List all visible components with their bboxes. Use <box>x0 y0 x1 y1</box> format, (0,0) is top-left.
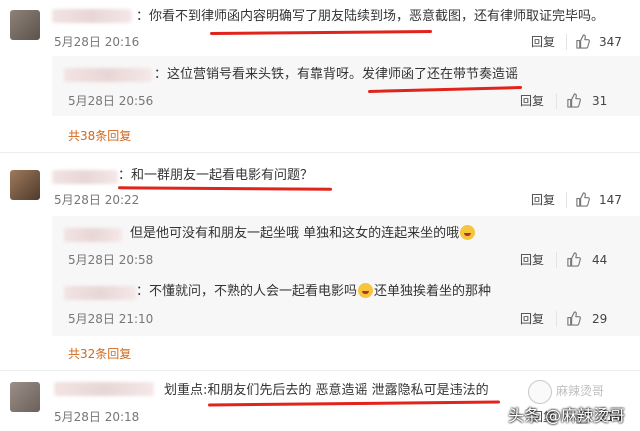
username-blurred[interactable] <box>64 68 152 82</box>
replies-box: 但是他可没有和朋友一起坐哦 单独和这女的连起来坐的哦 5月28日 20:58 回… <box>52 216 640 336</box>
username-blurred[interactable] <box>64 228 122 242</box>
thumbs-up-icon[interactable] <box>575 34 590 49</box>
highlight-underline <box>367 85 523 94</box>
thumbs-up-icon[interactable] <box>566 311 581 326</box>
more-replies-link[interactable]: 共38条回复 <box>68 128 131 144</box>
laughing-emoji-icon <box>460 225 476 240</box>
avatar[interactable] <box>10 10 40 40</box>
thumbs-up-icon[interactable] <box>575 192 590 207</box>
highlight-underline <box>117 186 333 191</box>
like-count: 29 <box>592 312 608 326</box>
username-blurred[interactable] <box>64 286 136 300</box>
watermark: 头条 @麻辣烫哥 <box>508 406 626 425</box>
comment-text: ：和一群朋友一起看电影有问题？ <box>118 168 314 183</box>
reply-button[interactable]: 回复 <box>520 252 544 268</box>
more-replies-link[interactable]: 共32条回复 <box>68 346 131 362</box>
crying-laughing-emoji-icon <box>358 283 374 298</box>
reply-button[interactable]: 回复 <box>520 93 544 109</box>
reply-time: 5月28日 21:10 <box>68 312 154 326</box>
reply-text-content: 但是他可没有和朋友一起坐哦 单独和这女的连起来坐的哦 <box>130 226 460 241</box>
comment-1: ：你看不到律师函内容明确写了朋友陆续到场，恶意截图，还有律师取证完毕吗。 5月2… <box>0 0 640 150</box>
divider <box>556 311 557 327</box>
watermark-logo-icon <box>528 380 552 404</box>
comment-time: 5月28日 20:18 <box>54 410 140 424</box>
highlight-underline <box>209 30 433 35</box>
username-blurred[interactable] <box>52 9 132 23</box>
thumbs-up-icon[interactable] <box>566 252 581 267</box>
comment-2: ：和一群朋友一起看电影有问题？ 5月28日 20:22 回复 147 但是他可没… <box>0 160 640 370</box>
reply-button[interactable]: 回复 <box>531 192 555 208</box>
divider <box>556 93 557 109</box>
comment-text: ：你看不到律师函内容明确写了朋友陆续到场，恶意截图，还有律师取证完毕吗。 <box>136 9 605 24</box>
like-count: 31 <box>592 94 608 108</box>
like-count: 44 <box>592 253 608 267</box>
comment-time: 5月28日 20:16 <box>54 35 140 49</box>
reply-text-part-a: ：不懂就问，不熟的人会一起看电影吗 <box>136 284 358 299</box>
like-count: 347 <box>599 35 622 49</box>
username-blurred[interactable] <box>52 170 118 184</box>
reply-time: 5月28日 20:58 <box>68 253 154 267</box>
watermark-secondary: 麻辣烫哥 <box>556 384 605 398</box>
highlight-underline <box>207 400 501 407</box>
reply-text: 但是他可没有和朋友一起坐哦 单独和这女的连起来坐的哦 <box>130 225 476 243</box>
comment-text: 划重点:和朋友们先后去的 恶意造谣 泄露隐私可是违法的 <box>164 383 489 398</box>
avatar[interactable] <box>10 170 40 200</box>
divider <box>566 34 567 50</box>
reply-time: 5月28日 20:56 <box>68 94 154 108</box>
replies-box: ：这位营销号看来头铁，有靠背呀。发律师函了还在带节奏造谣 5月28日 20:56… <box>52 56 640 116</box>
thumbs-up-icon[interactable] <box>566 93 581 108</box>
divider <box>0 370 640 371</box>
reply-text: ：这位营销号看来头铁，有靠背呀。发律师函了还在带节奏造谣 <box>154 67 519 82</box>
reply-button[interactable]: 回复 <box>531 34 555 50</box>
reply-text-part-b: 还单独挨着坐的那种 <box>374 284 492 299</box>
divider <box>0 152 640 153</box>
avatar[interactable] <box>10 382 40 412</box>
comment-time: 5月28日 20:22 <box>54 193 140 207</box>
username-blurred[interactable] <box>54 382 154 396</box>
divider <box>556 252 557 268</box>
like-count: 147 <box>599 193 622 207</box>
divider <box>566 192 567 208</box>
reply-text: ：不懂就问，不熟的人会一起看电影吗 还单独挨着坐的那种 <box>136 283 491 301</box>
reply-button[interactable]: 回复 <box>520 311 544 327</box>
